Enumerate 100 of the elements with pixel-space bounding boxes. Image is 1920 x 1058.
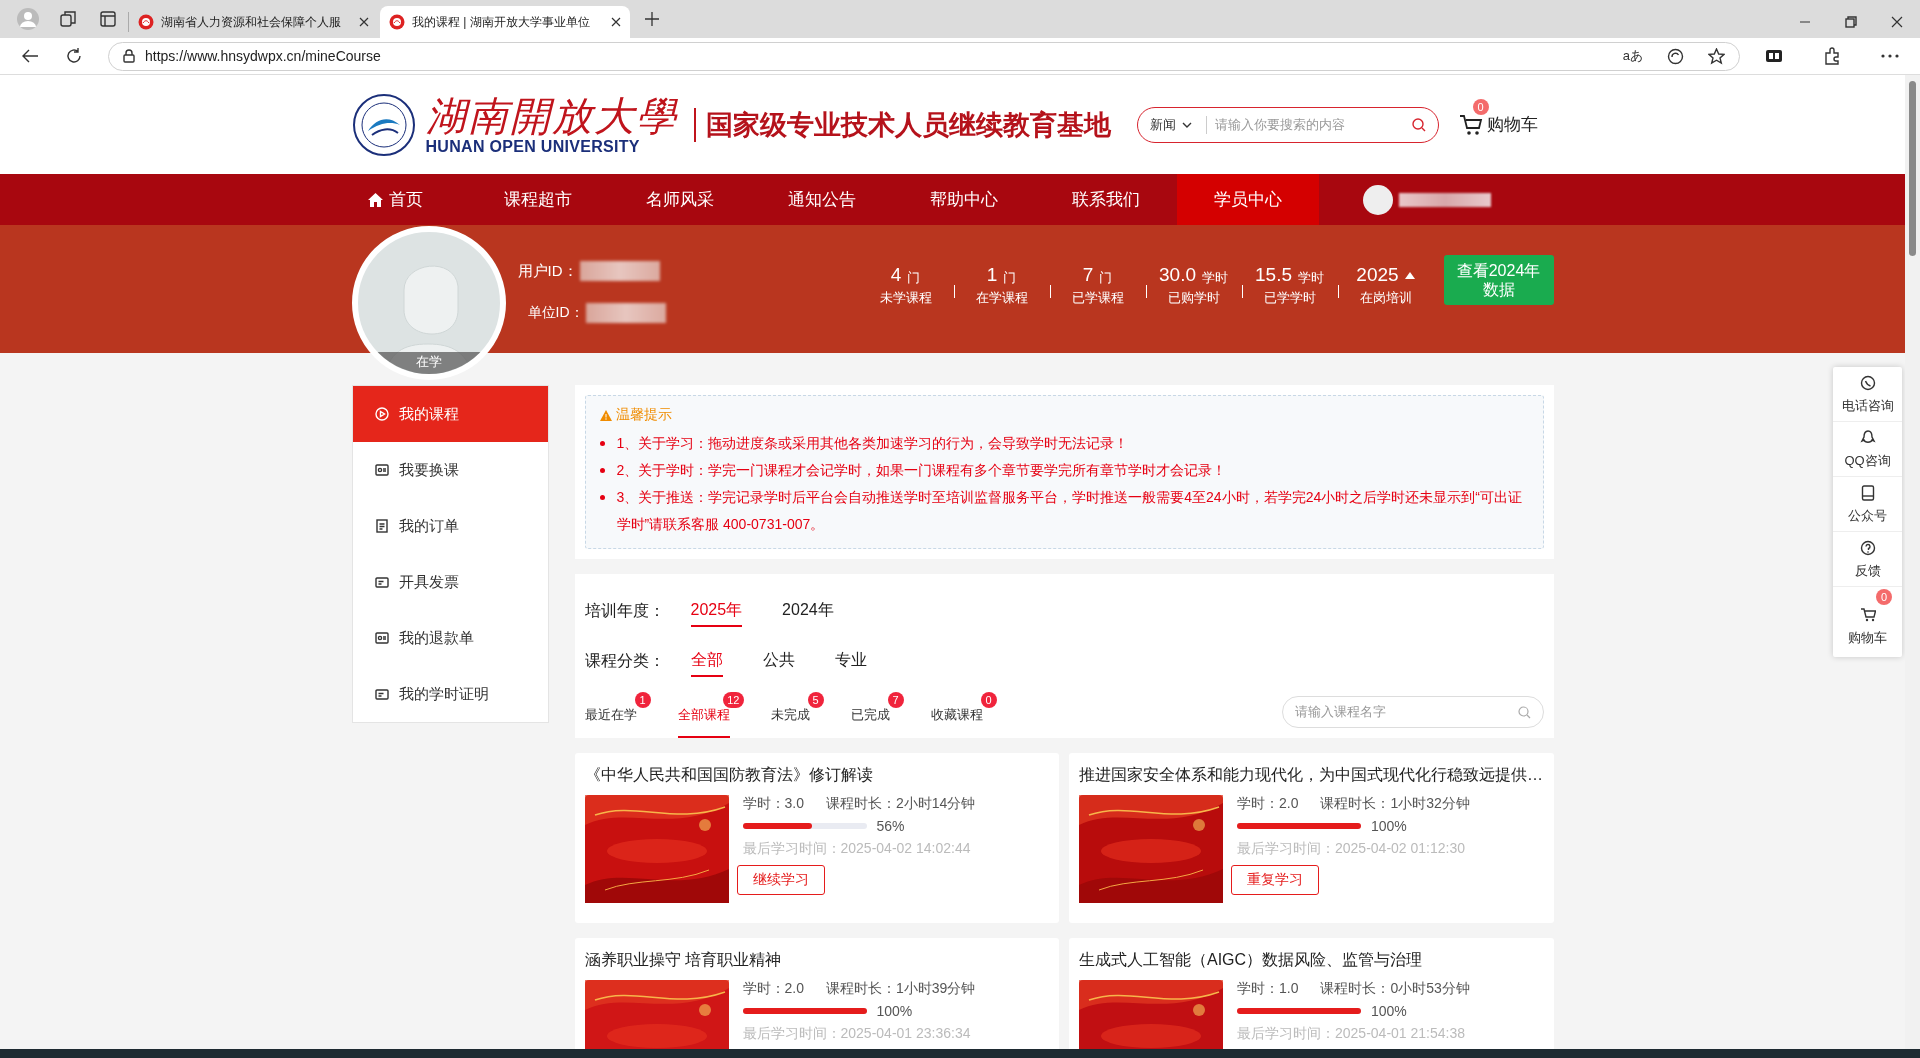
category-option[interactable]: 专业 (834, 645, 867, 677)
sidebar-item[interactable]: 开具发票 (352, 554, 548, 610)
sidebar-item[interactable]: 我的订单 (352, 498, 548, 554)
course-tab[interactable]: 收藏课程 (930, 696, 983, 738)
caret-icon (1181, 121, 1192, 128)
stat-value: 7 (1082, 264, 1094, 286)
play-icon (374, 407, 389, 421)
url-text: https://www.hnsydwpx.cn/mineCourse (145, 48, 381, 64)
count-badge: 7 (887, 692, 904, 708)
course-title[interactable]: 涵养职业操守 培育职业精神 (584, 950, 1049, 971)
tab-actions-icon[interactable] (99, 10, 117, 28)
tablet-icon (1859, 485, 1876, 501)
course-duration: 课程时长：2小时14分钟 (825, 795, 976, 813)
favicon-icon (138, 14, 154, 30)
cart-badge: 0 (1876, 589, 1892, 605)
new-tab-icon[interactable] (645, 12, 659, 26)
stat-value: 2025 (1356, 264, 1399, 286)
notice-text: 3、关于推送：学完记录学时后平台会自动推送学时至培训监督服务平台，学时推送一般需要4至24小时，若学完24小时之后学时还未显示到“可出证学时”请联系客服 400-0731-007。 (616, 488, 1523, 534)
cart-link[interactable]: 购物车 (1458, 113, 1538, 136)
nav-item[interactable]: 课程超市 (466, 174, 609, 225)
id-card-icon (374, 463, 389, 477)
sidebar-item[interactable]: 我的课程 (352, 386, 548, 442)
workspaces-icon[interactable] (59, 10, 77, 28)
receipt-icon (374, 575, 389, 589)
course-duration: 课程时长：0小时53分钟 (1320, 980, 1470, 998)
category-label: 新闻 (1149, 115, 1176, 134)
category-option[interactable]: 全部 (690, 645, 723, 677)
collections-icon[interactable] (1765, 48, 1783, 64)
float-menu-item[interactable]: QQ咨询 (1833, 422, 1902, 477)
home-icon (368, 192, 383, 207)
count-badge: 12 (723, 692, 744, 708)
nav-item[interactable]: 名师风采 (608, 174, 751, 225)
progress-percent: 56% (876, 818, 905, 834)
sidebar-item[interactable]: 我的学时证明 (352, 666, 548, 722)
address-bar[interactable]: https://www.hnsydwpx.cn/mineCourse aあ (108, 41, 1740, 71)
extensions-icon[interactable] (1823, 47, 1841, 65)
nav-item[interactable]: 联系我们 (1034, 174, 1177, 225)
course-title[interactable]: 《中华人民共和国国防教育法》修订解读 (584, 765, 1049, 786)
user-id-label: 用户ID： (517, 261, 578, 281)
last-study-time: 最后学习时间：2025-04-01 21:54:38 (1237, 1024, 1466, 1043)
refresh-icon[interactable] (66, 48, 82, 64)
penguin-icon (1859, 430, 1876, 446)
search-placeholder: 请输入你要搜索的内容 (1214, 115, 1346, 134)
course-tab[interactable]: 未完成 (770, 696, 810, 738)
category-dropdown[interactable]: 新闻 (1149, 115, 1207, 134)
course-title[interactable]: 生成式人工智能（AIGC）数据风险、监管与治理 (1079, 950, 1544, 971)
search-icon[interactable] (1411, 117, 1426, 132)
browser-tab[interactable]: 我的课程 | 湖南开放大学事业单位 (380, 6, 630, 38)
nav-item[interactable]: 通知公告 (750, 174, 893, 225)
back-icon[interactable] (21, 48, 39, 64)
course-title[interactable]: 推进国家安全体系和能力现代化，为中国式现代化行稳致远提供… (1079, 765, 1544, 786)
nav-item[interactable]: 首页 (324, 174, 467, 225)
progress-percent: 100% (876, 1003, 913, 1019)
study-button[interactable]: 重复学习 (1231, 865, 1319, 895)
nav-item[interactable]: 帮助中心 (892, 174, 1035, 225)
year-option[interactable]: 2024年 (782, 595, 834, 627)
reader-mode-icon[interactable]: aあ (1622, 47, 1643, 65)
id-card-icon (374, 631, 389, 645)
star-icon[interactable] (1708, 47, 1725, 65)
float-menu-item[interactable]: 反馈 (1833, 532, 1902, 587)
browser-tab[interactable]: 湖南省人力资源和社会保障个人服 (128, 12, 378, 32)
float-menu-item[interactable]: 电话咨询 (1833, 367, 1902, 422)
credit-hours: 学时：2.0 (742, 980, 804, 998)
stat-unit: 门 (1003, 269, 1017, 287)
course-tab[interactable]: 已完成 (850, 696, 890, 738)
restore-icon[interactable] (1845, 16, 1857, 28)
sidebar-item[interactable]: 我要换课 (352, 442, 548, 498)
category-option[interactable]: 公共 (762, 645, 795, 677)
logo-calligraphy: 湖南開放大學 (425, 93, 678, 138)
more-icon[interactable] (1881, 54, 1899, 58)
close-icon[interactable] (359, 17, 369, 27)
filter-label: 培训年度： (584, 600, 665, 621)
stat-label: 已学学时 (1262, 289, 1317, 307)
close-icon[interactable] (1891, 16, 1903, 28)
document-icon (374, 519, 389, 533)
nav-item[interactable]: 学员中心 (1176, 174, 1319, 225)
notice-text: 1、关于学习：拖动进度条或采用其他各类加速学习的行为，会导致学时无法记录！ (616, 434, 1129, 453)
stat-unit: 学时 (1298, 269, 1324, 287)
credit-hours: 学时：1.0 (1237, 980, 1299, 998)
study-button[interactable]: 继续学习 (736, 865, 825, 895)
last-study-time: 最后学习时间：2025-04-02 14:02:44 (742, 839, 972, 858)
year-option[interactable]: 2025年 (690, 595, 743, 627)
sync-icon[interactable] (1667, 47, 1684, 65)
float-menu-item[interactable]: 公众号 (1833, 477, 1902, 532)
stat-value: 1 (986, 264, 998, 286)
university-emblem-icon (351, 92, 416, 157)
stat-label: 在学课程 (974, 289, 1029, 307)
logo-english: HUNAN OPEN UNIVERSITY (425, 137, 641, 156)
warning-icon (599, 409, 612, 421)
course-tab[interactable]: 最近在学 (584, 696, 637, 738)
lock-icon (123, 49, 135, 63)
count-badge: 0 (980, 692, 997, 708)
float-menu-item[interactable]: 购物车 0 (1833, 587, 1902, 657)
filter-label: 课程分类： (584, 650, 665, 671)
caret-up-icon[interactable] (1404, 271, 1415, 279)
course-duration: 课程时长：1小时32分钟 (1320, 795, 1470, 813)
sidebar-item[interactable]: 我的退款单 (352, 610, 548, 666)
stat-unit: 门 (907, 269, 921, 287)
close-icon[interactable] (611, 17, 621, 27)
stat-value: 30.0 (1159, 264, 1196, 286)
